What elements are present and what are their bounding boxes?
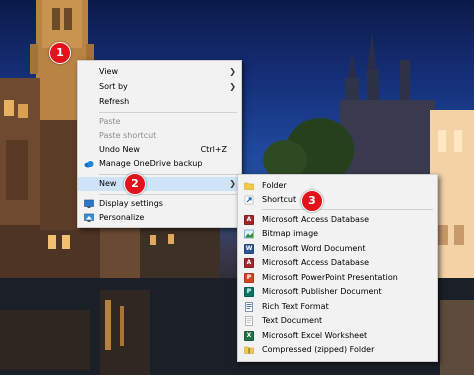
submenu-item-shortcut[interactable]: Shortcut bbox=[238, 193, 437, 207]
menu-item-sort-by[interactable]: Sort by ❯ bbox=[78, 80, 241, 94]
submenu-item-label: Microsoft Word Document bbox=[262, 244, 366, 253]
menu-item-new-label: New bbox=[99, 179, 117, 188]
text-document-icon bbox=[245, 316, 253, 326]
desktop-background[interactable]: View ❯ Sort by ❯ Refresh Paste Paste sho… bbox=[0, 0, 474, 375]
menu-item-paste-label: Paste bbox=[99, 117, 121, 126]
display-settings-icon bbox=[84, 199, 94, 208]
step-callout-3: 3 bbox=[301, 190, 323, 212]
menu-item-refresh[interactable]: Refresh bbox=[78, 95, 241, 109]
chevron-right-icon: ❯ bbox=[229, 67, 236, 76]
menu-item-new[interactable]: New ❯ bbox=[78, 177, 241, 191]
new-submenu: Folder Shortcut A Microsoft Access Datab… bbox=[237, 174, 438, 362]
menu-item-paste-shortcut[interactable]: Paste shortcut bbox=[78, 129, 241, 143]
submenu-item-label: Microsoft PowerPoint Presentation bbox=[262, 273, 398, 282]
onedrive-cloud-icon bbox=[84, 161, 94, 168]
word-icon: W bbox=[244, 244, 254, 254]
submenu-item-publisher-document[interactable]: P Microsoft Publisher Document bbox=[238, 285, 437, 299]
submenu-item-powerpoint-presentation[interactable]: P Microsoft PowerPoint Presentation bbox=[238, 271, 437, 285]
menu-separator bbox=[262, 209, 433, 210]
submenu-item-label: Microsoft Access Database bbox=[262, 215, 370, 224]
menu-item-view[interactable]: View ❯ bbox=[78, 65, 241, 79]
submenu-item-label: Compressed (zipped) Folder bbox=[262, 345, 375, 354]
submenu-item-label: Microsoft Excel Worksheet bbox=[262, 331, 368, 340]
chevron-right-icon: ❯ bbox=[229, 82, 236, 91]
submenu-item-bitmap-image[interactable]: Bitmap image bbox=[238, 227, 437, 241]
submenu-item-rich-text-format[interactable]: Rich Text Format bbox=[238, 300, 437, 314]
menu-separator bbox=[99, 194, 237, 195]
menu-item-display-settings-label: Display settings bbox=[99, 199, 163, 208]
submenu-item-label: Text Document bbox=[262, 316, 323, 325]
submenu-item-folder[interactable]: Folder bbox=[238, 179, 437, 193]
menu-item-undo-new[interactable]: Undo New Ctrl+Z bbox=[78, 143, 241, 157]
menu-item-undo-new-label: Undo New bbox=[99, 145, 140, 154]
menu-item-paste-shortcut-label: Paste shortcut bbox=[99, 131, 157, 140]
menu-item-paste[interactable]: Paste bbox=[78, 115, 241, 129]
menu-item-display-settings[interactable]: Display settings bbox=[78, 197, 241, 211]
powerpoint-icon: P bbox=[244, 273, 254, 283]
shortcut-icon bbox=[244, 195, 254, 205]
zip-folder-icon bbox=[244, 346, 254, 354]
menu-item-sort-by-label: Sort by bbox=[99, 82, 128, 91]
step-callout-2: 2 bbox=[124, 173, 146, 195]
bitmap-icon bbox=[244, 229, 254, 239]
menu-item-view-label: View bbox=[99, 67, 118, 76]
submenu-item-label: Rich Text Format bbox=[262, 302, 329, 311]
folder-icon bbox=[244, 182, 254, 190]
menu-separator bbox=[99, 112, 237, 113]
submenu-item-label: Shortcut bbox=[262, 195, 297, 204]
submenu-item-access-database-2[interactable]: A Microsoft Access Database bbox=[238, 256, 437, 270]
submenu-item-label: Microsoft Access Database bbox=[262, 258, 370, 267]
access-icon: A bbox=[244, 215, 254, 225]
step-callout-1: 1 bbox=[49, 42, 71, 64]
submenu-item-compressed-folder[interactable]: Compressed (zipped) Folder bbox=[238, 343, 437, 357]
menu-item-manage-onedrive-label: Manage OneDrive backup bbox=[99, 159, 203, 168]
menu-item-manage-onedrive[interactable]: Manage OneDrive backup bbox=[78, 157, 241, 171]
submenu-item-word-document[interactable]: W Microsoft Word Document bbox=[238, 242, 437, 256]
access-icon: A bbox=[244, 258, 254, 268]
menu-item-personalize-label: Personalize bbox=[99, 213, 145, 222]
menu-separator bbox=[99, 174, 237, 175]
submenu-item-label: Microsoft Publisher Document bbox=[262, 287, 382, 296]
chevron-right-icon: ❯ bbox=[229, 179, 236, 188]
publisher-icon: P bbox=[244, 287, 254, 297]
submenu-item-label: Folder bbox=[262, 181, 287, 190]
menu-item-refresh-label: Refresh bbox=[99, 97, 130, 106]
submenu-item-excel-worksheet[interactable]: X Microsoft Excel Worksheet bbox=[238, 329, 437, 343]
menu-item-personalize[interactable]: Personalize bbox=[78, 211, 241, 225]
excel-icon: X bbox=[244, 331, 254, 341]
submenu-item-text-document[interactable]: Text Document bbox=[238, 314, 437, 328]
desktop-context-menu: View ❯ Sort by ❯ Refresh Paste Paste sho… bbox=[77, 60, 242, 228]
submenu-item-access-database[interactable]: A Microsoft Access Database bbox=[238, 213, 437, 227]
personalize-icon bbox=[84, 213, 94, 222]
submenu-item-label: Bitmap image bbox=[262, 229, 319, 238]
rtf-icon bbox=[245, 302, 253, 312]
undo-keyboard-shortcut: Ctrl+Z bbox=[200, 145, 227, 154]
